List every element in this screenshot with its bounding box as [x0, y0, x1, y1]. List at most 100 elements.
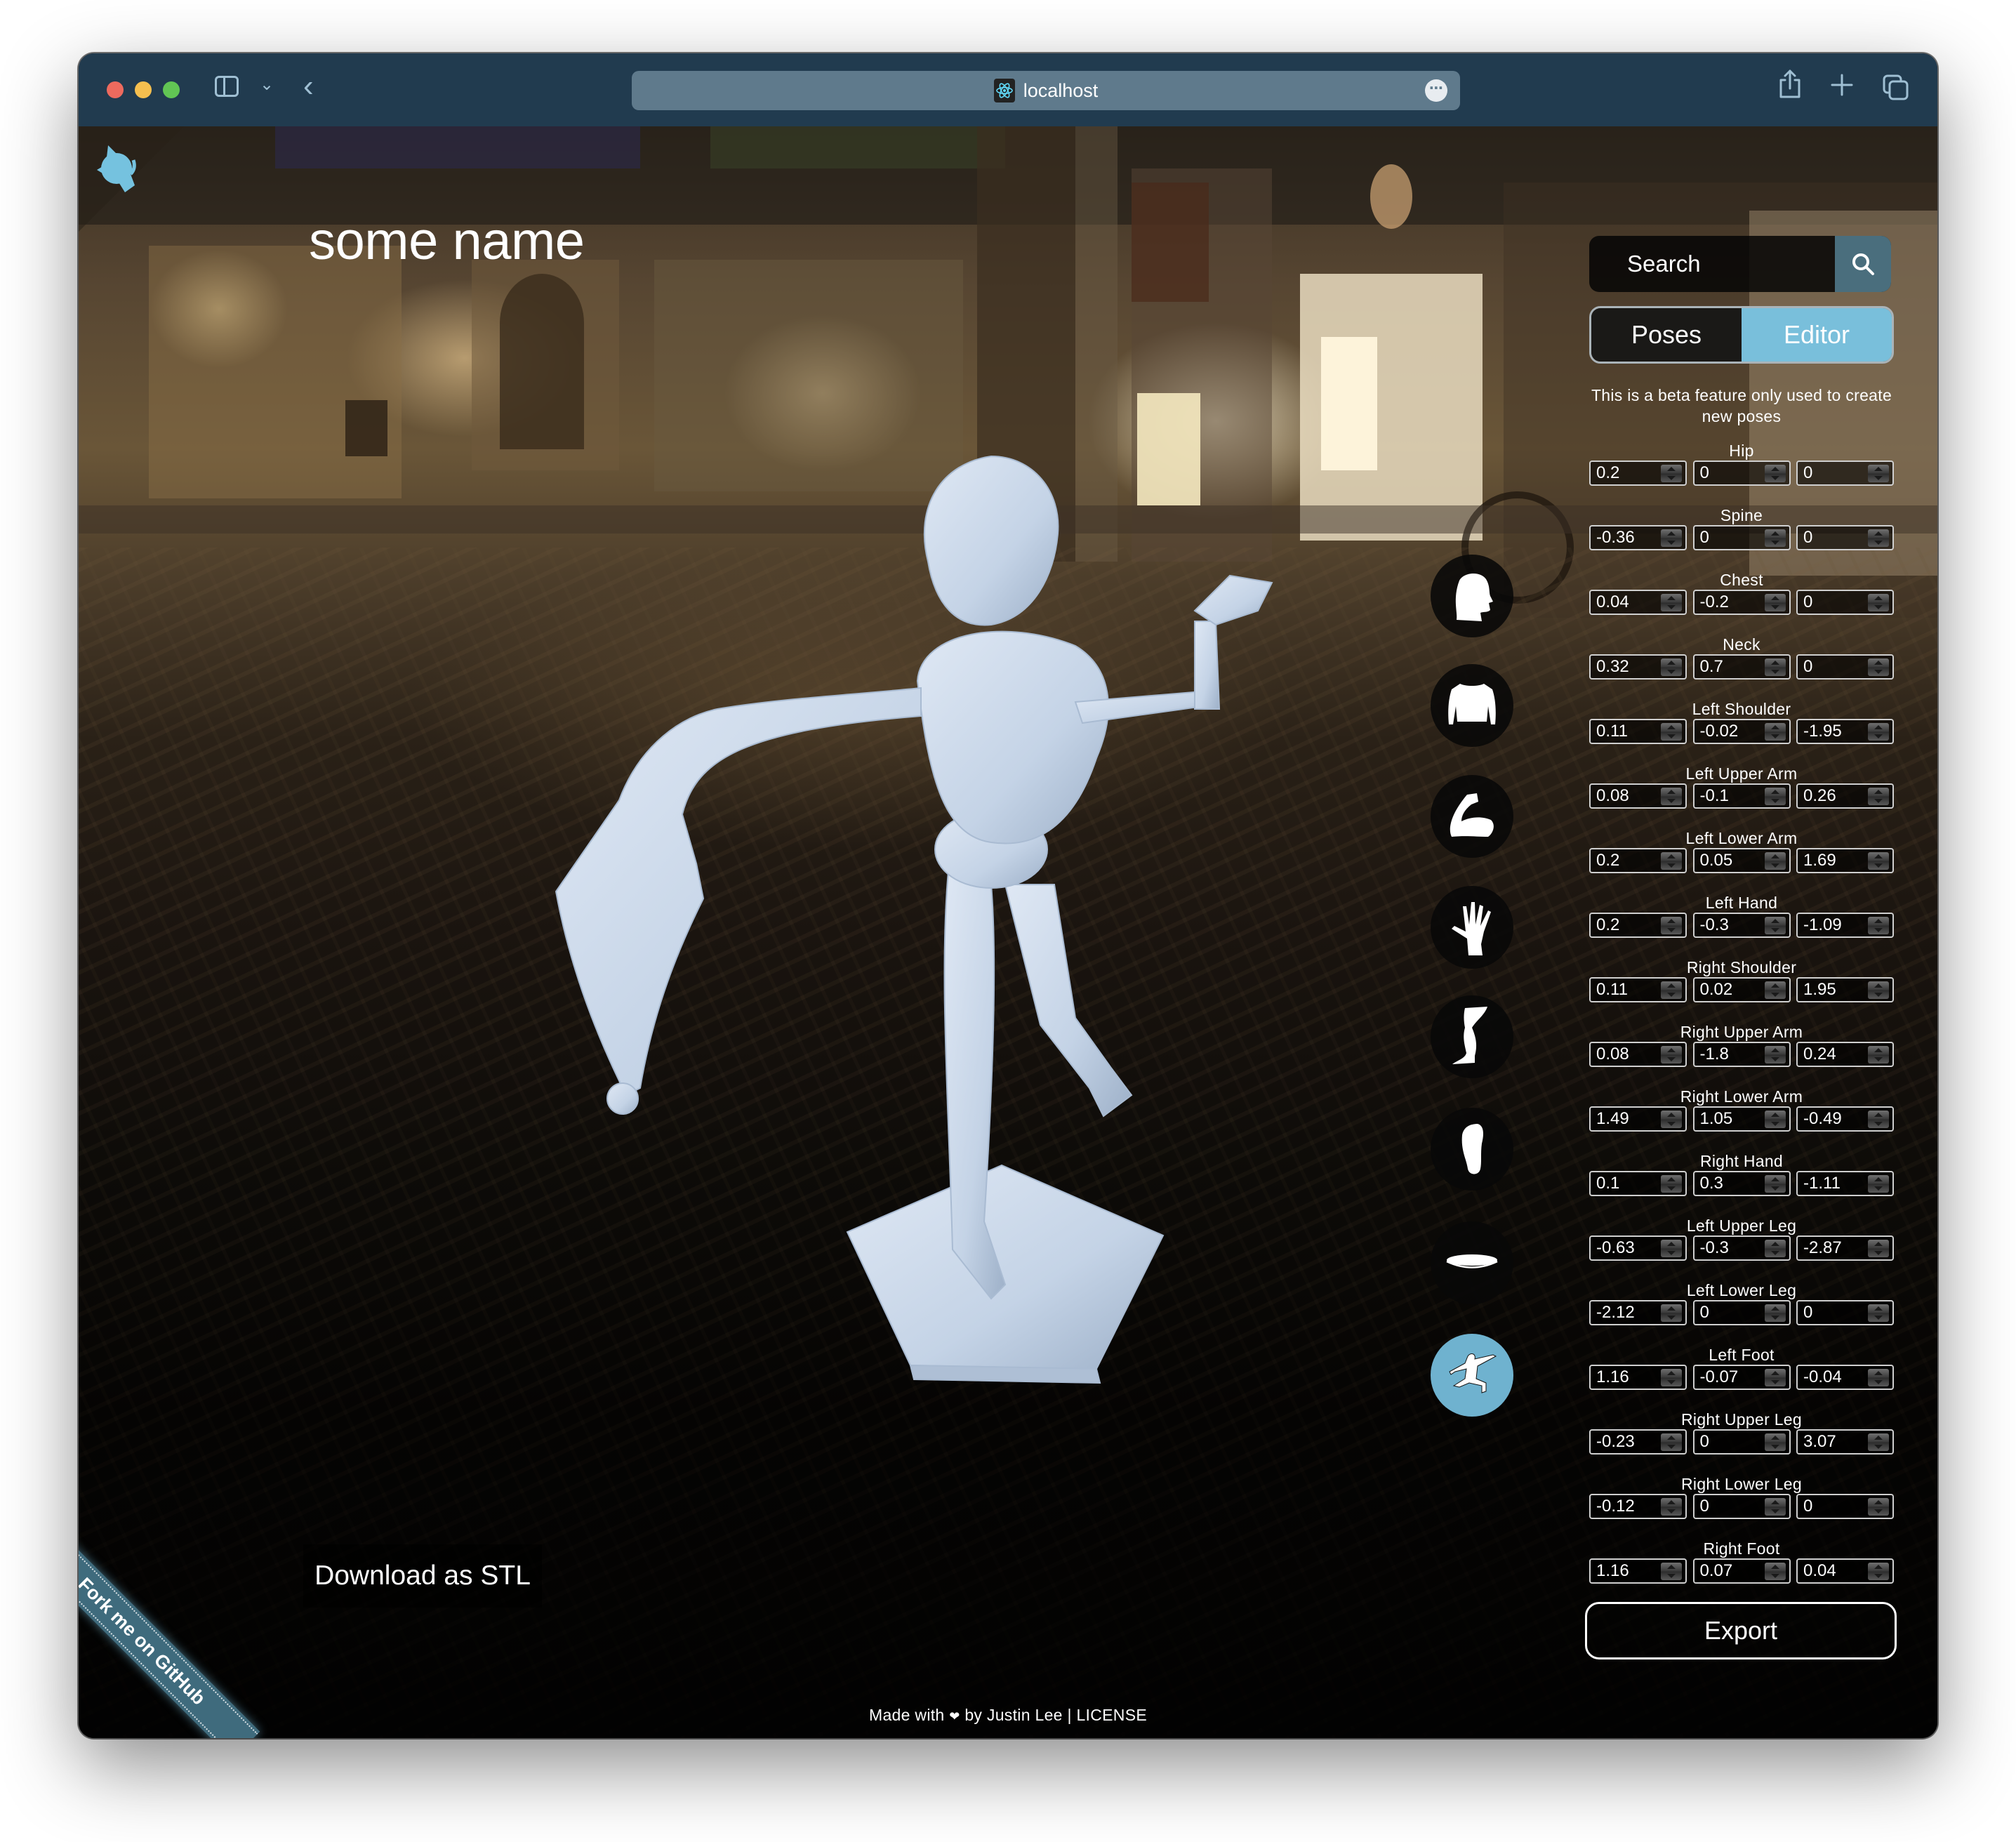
stepper-arrows-icon[interactable]: [1764, 658, 1786, 676]
stepper-arrows-icon[interactable]: [1764, 1111, 1786, 1128]
sidebar-icon[interactable]: [215, 76, 239, 97]
download-stl-button[interactable]: Download as STL: [303, 1544, 542, 1608]
stepper-arrows-icon[interactable]: [1868, 1433, 1889, 1451]
stepper-arrows-icon[interactable]: [1764, 917, 1786, 934]
stepper-arrows-icon[interactable]: [1764, 594, 1786, 611]
stepper-arrows-icon[interactable]: [1764, 1046, 1786, 1064]
rotation-x-input[interactable]: [1591, 1172, 1664, 1195]
stepper-arrows-icon[interactable]: [1868, 1046, 1889, 1064]
rotation-z-input[interactable]: [1798, 914, 1871, 936]
rotation-x-input[interactable]: [1591, 1301, 1664, 1324]
rotation-z-input[interactable]: [1798, 1108, 1871, 1130]
rotation-y-input[interactable]: [1694, 526, 1768, 549]
plus-icon[interactable]: [1831, 63, 1853, 105]
stepper-arrows-icon[interactable]: [1661, 1369, 1682, 1386]
stepper-arrows-icon[interactable]: [1661, 788, 1682, 805]
stepper-arrows-icon[interactable]: [1868, 1240, 1889, 1257]
stepper-arrows-icon[interactable]: [1661, 1433, 1682, 1451]
rotation-x-input[interactable]: [1591, 462, 1664, 484]
rotation-y-input[interactable]: [1694, 979, 1768, 1001]
back-icon[interactable]: ‹: [303, 69, 314, 104]
category-foot-button[interactable]: [1431, 1108, 1513, 1191]
rotation-x-input[interactable]: [1591, 720, 1664, 743]
stepper-arrows-icon[interactable]: [1764, 1498, 1786, 1516]
rotation-z-input[interactable]: [1798, 591, 1871, 614]
stepper-arrows-icon[interactable]: [1661, 1563, 1682, 1580]
rotation-x-input[interactable]: [1591, 849, 1664, 872]
search-button[interactable]: [1835, 236, 1891, 292]
zoom-window-button[interactable]: [163, 81, 180, 98]
stepper-arrows-icon[interactable]: [1661, 1240, 1682, 1257]
rotation-y-input[interactable]: [1694, 1431, 1768, 1453]
rotation-z-input[interactable]: [1798, 849, 1871, 872]
stepper-arrows-icon[interactable]: [1764, 1304, 1786, 1322]
category-leg-button[interactable]: [1431, 995, 1513, 1078]
tabs-icon[interactable]: [1883, 74, 1909, 100]
rotation-y-input[interactable]: [1694, 785, 1768, 807]
ellipsis-icon[interactable]: ⋯: [1425, 79, 1447, 102]
rotation-y-input[interactable]: [1694, 591, 1768, 614]
stepper-arrows-icon[interactable]: [1661, 1498, 1682, 1516]
rotation-y-input[interactable]: [1694, 1560, 1768, 1582]
stepper-arrows-icon[interactable]: [1868, 917, 1889, 934]
rotation-x-input[interactable]: [1591, 1366, 1664, 1389]
rotation-z-input[interactable]: [1798, 1172, 1871, 1195]
rotation-y-input[interactable]: [1694, 720, 1768, 743]
category-head-button[interactable]: [1431, 555, 1513, 637]
rotation-z-input[interactable]: [1798, 526, 1871, 549]
rotation-z-input[interactable]: [1798, 1043, 1871, 1066]
export-button[interactable]: Export: [1585, 1602, 1897, 1659]
rotation-z-input[interactable]: [1798, 462, 1871, 484]
stepper-arrows-icon[interactable]: [1661, 1175, 1682, 1193]
stepper-arrows-icon[interactable]: [1661, 658, 1682, 676]
rotation-x-input[interactable]: [1591, 1043, 1664, 1066]
rotation-y-input[interactable]: [1694, 849, 1768, 872]
rotation-z-input[interactable]: [1798, 1301, 1871, 1324]
minimize-window-button[interactable]: [135, 81, 152, 98]
rotation-z-input[interactable]: [1798, 1431, 1871, 1453]
category-torso-button[interactable]: [1431, 664, 1513, 747]
share-icon[interactable]: [1777, 69, 1803, 103]
rotation-z-input[interactable]: [1798, 1366, 1871, 1389]
rotation-z-input[interactable]: [1798, 1560, 1871, 1582]
category-hand-button[interactable]: [1431, 886, 1513, 969]
address-bar[interactable]: localhost ⋯: [632, 71, 1460, 110]
rotation-y-input[interactable]: [1694, 1237, 1768, 1259]
stepper-arrows-icon[interactable]: [1764, 1433, 1786, 1451]
stepper-arrows-icon[interactable]: [1764, 1563, 1786, 1580]
tab-editor[interactable]: Editor: [1742, 308, 1892, 362]
rotation-x-input[interactable]: [1591, 1495, 1664, 1518]
stepper-arrows-icon[interactable]: [1661, 1304, 1682, 1322]
3d-viewport[interactable]: some name Search Poses Editor This is a …: [79, 126, 1937, 1738]
stepper-arrows-icon[interactable]: [1764, 1369, 1786, 1386]
stepper-arrows-icon[interactable]: [1661, 852, 1682, 870]
close-window-button[interactable]: [107, 81, 124, 98]
chevron-down-icon[interactable]: ⌄: [260, 74, 274, 95]
rotation-x-input[interactable]: [1591, 656, 1664, 678]
rotation-x-input[interactable]: [1591, 979, 1664, 1001]
rotation-y-input[interactable]: [1694, 462, 1768, 484]
stepper-arrows-icon[interactable]: [1764, 788, 1786, 805]
rotation-y-input[interactable]: [1694, 1172, 1768, 1195]
rotation-y-input[interactable]: [1694, 1108, 1768, 1130]
stepper-arrows-icon[interactable]: [1764, 723, 1786, 741]
stepper-arrows-icon[interactable]: [1868, 1498, 1889, 1516]
rotation-z-input[interactable]: [1798, 720, 1871, 743]
stepper-arrows-icon[interactable]: [1661, 465, 1682, 482]
rotation-y-input[interactable]: [1694, 1366, 1768, 1389]
stepper-arrows-icon[interactable]: [1764, 529, 1786, 547]
rotation-x-input[interactable]: [1591, 1431, 1664, 1453]
stepper-arrows-icon[interactable]: [1868, 981, 1889, 999]
stepper-arrows-icon[interactable]: [1868, 1304, 1889, 1322]
rotation-x-input[interactable]: [1591, 591, 1664, 614]
license-link[interactable]: LICENSE: [1076, 1706, 1147, 1725]
stepper-arrows-icon[interactable]: [1764, 852, 1786, 870]
category-pose-button[interactable]: [1431, 1334, 1513, 1417]
stepper-arrows-icon[interactable]: [1764, 465, 1786, 482]
stepper-arrows-icon[interactable]: [1868, 1369, 1889, 1386]
rotation-z-input[interactable]: [1798, 785, 1871, 807]
stepper-arrows-icon[interactable]: [1868, 465, 1889, 482]
stepper-arrows-icon[interactable]: [1661, 917, 1682, 934]
stepper-arrows-icon[interactable]: [1661, 594, 1682, 611]
rotation-y-input[interactable]: [1694, 914, 1768, 936]
